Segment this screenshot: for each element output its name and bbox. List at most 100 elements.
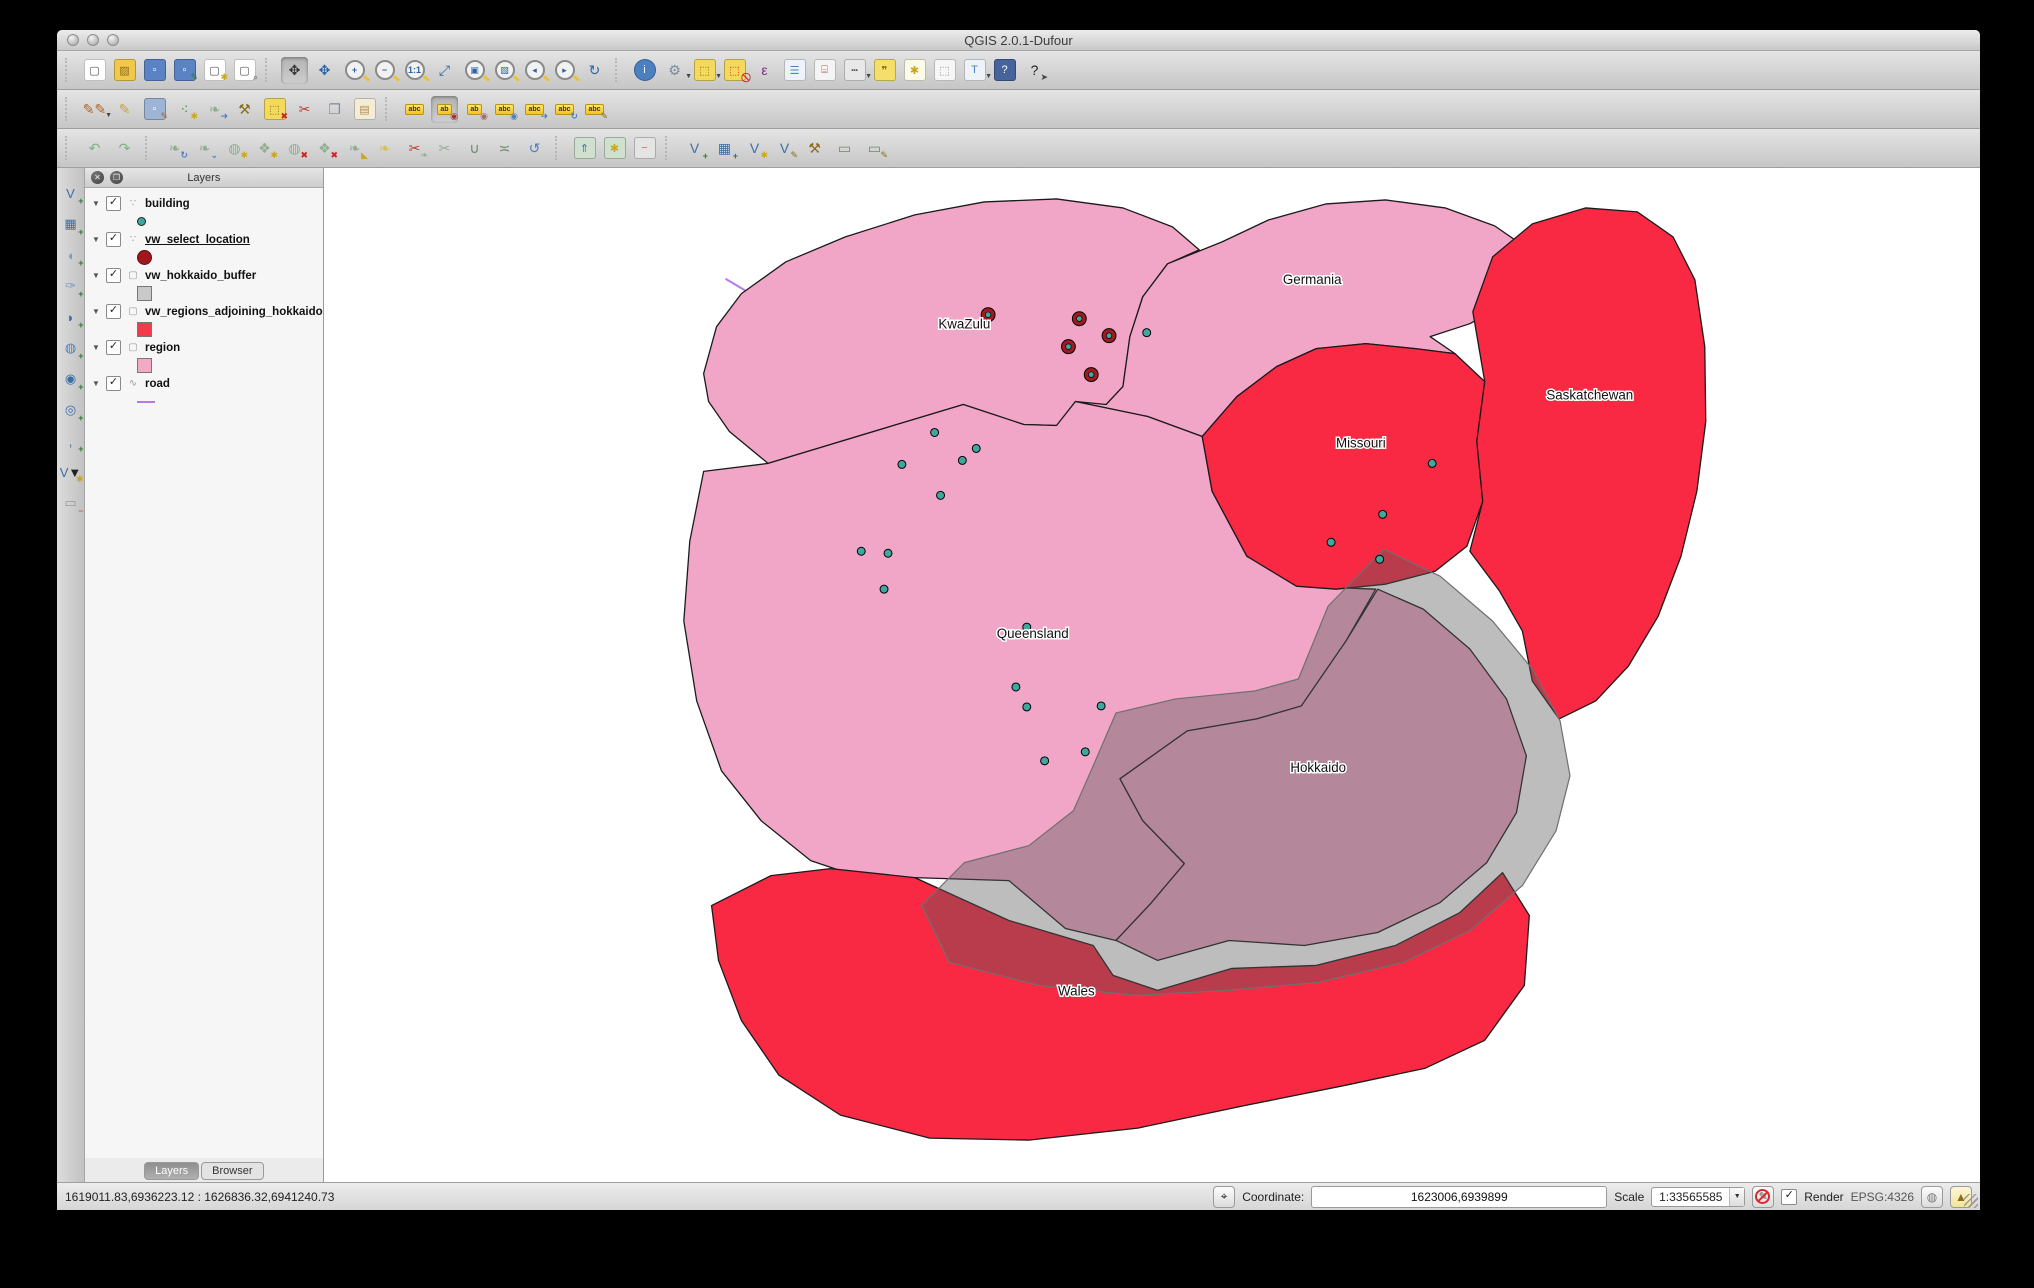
open-grass-tools-button[interactable]: ⚒ bbox=[801, 135, 828, 162]
simplify-feature-button[interactable]: ❧ ⌄ bbox=[191, 135, 218, 162]
zoom-in-button[interactable]: + bbox=[341, 57, 368, 84]
rotate-feature-button[interactable]: ❧ ↻ bbox=[161, 135, 188, 162]
pan-map-button[interactable]: ✥ bbox=[281, 56, 308, 84]
add-delimited-text-layer-button[interactable]: , + bbox=[60, 430, 84, 455]
coordinate-input[interactable] bbox=[1311, 1185, 1608, 1208]
zoom-out-button[interactable]: − bbox=[371, 57, 398, 84]
edit-grass-vector-button[interactable]: V ✎ bbox=[771, 135, 798, 162]
layer-name[interactable]: region bbox=[145, 342, 180, 354]
add-grass-raster-layer-button[interactable]: ▦ + bbox=[711, 135, 738, 162]
add-postgis-layer-button[interactable]: ◖ + bbox=[60, 244, 84, 269]
redo-button[interactable]: ↷ bbox=[111, 135, 138, 162]
delete-part-button[interactable]: ❖ ✖ bbox=[311, 135, 338, 162]
merge-attributes-button[interactable]: ≍ bbox=[491, 135, 518, 162]
set-label-button[interactable]: ab ◉ bbox=[431, 95, 458, 123]
show-bookmarks-button[interactable]: ⬚ bbox=[931, 57, 958, 84]
expand-triangle-icon[interactable]: ▼ bbox=[92, 271, 101, 280]
open-grass-mapset-button[interactable]: ⇑ bbox=[571, 135, 598, 162]
add-spatialite-layer-button[interactable]: ✑ + bbox=[60, 275, 83, 299]
pan-map-to-selection-button[interactable]: ✥ bbox=[311, 57, 338, 84]
deselect-features-button[interactable]: ⬚⃠ bbox=[721, 57, 748, 84]
select-features-button[interactable]: ⬚ ▼ bbox=[691, 57, 722, 84]
current-edits-button[interactable]: ✎✎ ▼ bbox=[81, 96, 112, 123]
rotate-label-button[interactable]: abc ↻ bbox=[551, 96, 578, 123]
zoom-native-button[interactable]: 1:1 bbox=[401, 57, 428, 84]
expand-triangle-icon[interactable]: ▼ bbox=[92, 307, 101, 316]
layer-visibility-checkbox[interactable]: ✓ bbox=[106, 304, 121, 319]
refresh-map-button[interactable]: ↻ bbox=[581, 57, 608, 84]
new-project-button[interactable]: ▢ bbox=[81, 57, 108, 84]
new-bookmark-button[interactable]: ✱ bbox=[901, 57, 928, 84]
change-label-button[interactable]: ab ◉ bbox=[461, 96, 488, 123]
move-feature-button[interactable]: ❧ ➜ bbox=[201, 96, 228, 123]
run-feature-action-button[interactable]: ⚙ ▼ bbox=[661, 57, 692, 84]
zoom-to-selection-button[interactable]: ▣ bbox=[461, 57, 488, 84]
add-part-button[interactable]: ❖ ✱ bbox=[251, 135, 278, 162]
layer-item-vw_regions_adjoining_hokkaido[interactable]: ▼ ✓ ▢ vw_regions_adjoining_hokkaido bbox=[85, 302, 323, 321]
layer-item-vw_hokkaido_buffer[interactable]: ▼ ✓ ▢ vw_hokkaido_buffer bbox=[85, 266, 323, 285]
expand-triangle-icon[interactable]: ▼ bbox=[92, 199, 101, 208]
scale-dropdown-icon[interactable]: ▼ bbox=[1729, 1187, 1745, 1206]
new-grass-mapset-button[interactable]: ✱ bbox=[601, 135, 628, 162]
node-tool-button[interactable]: ⚒ bbox=[231, 96, 258, 123]
help-contents-button[interactable]: ? bbox=[991, 57, 1018, 84]
layer-item-road[interactable]: ▼ ✓ ∿ road bbox=[85, 374, 323, 393]
layer-item-vw_select_location[interactable]: ▼ ✓ ∵ vw_select_location bbox=[85, 230, 323, 249]
show-hide-labels-button[interactable]: abc ◉ bbox=[491, 96, 518, 123]
layer-item-building[interactable]: ▼ ✓ ∵ building bbox=[85, 194, 323, 213]
zoom-last-button[interactable]: ◂ bbox=[521, 57, 548, 84]
layer-visibility-checkbox[interactable]: ✓ bbox=[106, 232, 121, 247]
panel-tab-browser[interactable]: Browser bbox=[201, 1162, 264, 1180]
add-grass-vector-layer-button[interactable]: V + bbox=[681, 135, 708, 162]
scale-combobox[interactable]: 1:33565585 ▼ bbox=[1651, 1186, 1746, 1207]
new-shapefile-layer-button[interactable]: V ✱ ▼ bbox=[60, 461, 84, 485]
layer-name[interactable]: vw_select_location bbox=[145, 234, 250, 246]
crs-status-icon[interactable]: ◍ bbox=[1921, 1185, 1943, 1208]
display-grass-region-button[interactable]: ▭ bbox=[831, 135, 858, 162]
panel-tab-layers[interactable]: Layers bbox=[144, 1162, 200, 1180]
new-print-composer-button[interactable]: ▢ ✱ bbox=[201, 57, 228, 84]
render-checkbox[interactable]: ✓ bbox=[1781, 1188, 1798, 1205]
create-grass-vector-button[interactable]: V ✱ bbox=[741, 135, 768, 162]
save-project-as-button[interactable]: ▫ ✎ bbox=[171, 57, 198, 84]
add-vector-layer-button[interactable]: V + bbox=[60, 182, 83, 207]
edit-grass-region-button[interactable]: ▭ ✎ bbox=[861, 135, 888, 162]
close-window-button[interactable] bbox=[67, 34, 79, 46]
move-label-button[interactable]: abc ➜ bbox=[521, 96, 548, 123]
text-annotation-button[interactable]: T ▼ bbox=[961, 57, 992, 84]
layer-visibility-checkbox[interactable]: ✓ bbox=[106, 196, 121, 211]
add-wfs-layer-button[interactable]: ◎ + bbox=[60, 399, 84, 423]
rotate-point-symbols-button[interactable]: ↺ bbox=[521, 135, 548, 162]
add-wms-layer-button[interactable]: ◍ + bbox=[60, 337, 84, 361]
identify-features-button[interactable]: i bbox=[631, 57, 658, 84]
copy-features-button[interactable]: ❐ bbox=[321, 96, 348, 123]
whats-this-button[interactable]: ? ➤ bbox=[1021, 57, 1048, 84]
select-by-expression-button[interactable]: ε bbox=[751, 57, 778, 84]
expand-triangle-icon[interactable]: ▼ bbox=[92, 343, 101, 352]
map-tips-button[interactable]: ❞ bbox=[871, 57, 898, 84]
zoom-next-button[interactable]: ▸ bbox=[551, 57, 578, 84]
paste-features-button[interactable]: ▤ bbox=[351, 96, 378, 123]
field-calculator-button[interactable]: ⌸ bbox=[811, 57, 838, 84]
layer-visibility-checkbox[interactable]: ✓ bbox=[106, 376, 121, 391]
zoom-window-button[interactable] bbox=[107, 34, 119, 46]
resize-grip[interactable] bbox=[1964, 1194, 1978, 1208]
change-label-properties-button[interactable]: abc ✎ bbox=[581, 96, 608, 123]
layer-visibility-checkbox[interactable]: ✓ bbox=[106, 340, 121, 355]
expand-triangle-icon[interactable]: ▼ bbox=[92, 379, 101, 388]
undo-button[interactable]: ↶ bbox=[81, 135, 108, 162]
zoom-to-layer-button[interactable]: ▧ bbox=[491, 57, 518, 84]
add-ring-button[interactable]: ◍ ✱ bbox=[221, 135, 248, 162]
title-bar[interactable]: QGIS 2.0.1-Dufour bbox=[57, 30, 1980, 51]
offset-curve-button[interactable]: ❧ bbox=[371, 135, 398, 162]
layer-labeling-options-button[interactable]: abc bbox=[401, 96, 428, 123]
layer-visibility-checkbox[interactable]: ✓ bbox=[106, 268, 121, 283]
zoom-full-button[interactable]: ⤢ bbox=[431, 57, 458, 84]
layer-name[interactable]: building bbox=[145, 198, 190, 210]
add-feature-button[interactable]: ⁖ ✱ bbox=[171, 96, 198, 123]
composer-manager-button[interactable]: ▢ ⌕ bbox=[231, 57, 258, 84]
cut-features-button[interactable]: ✂ bbox=[291, 96, 318, 123]
toggle-extents-icon[interactable]: ⌖ bbox=[1213, 1185, 1236, 1208]
merge-selected-features-button[interactable]: ∪ bbox=[461, 135, 488, 162]
toggle-editing-button[interactable]: ✎ bbox=[111, 96, 138, 123]
